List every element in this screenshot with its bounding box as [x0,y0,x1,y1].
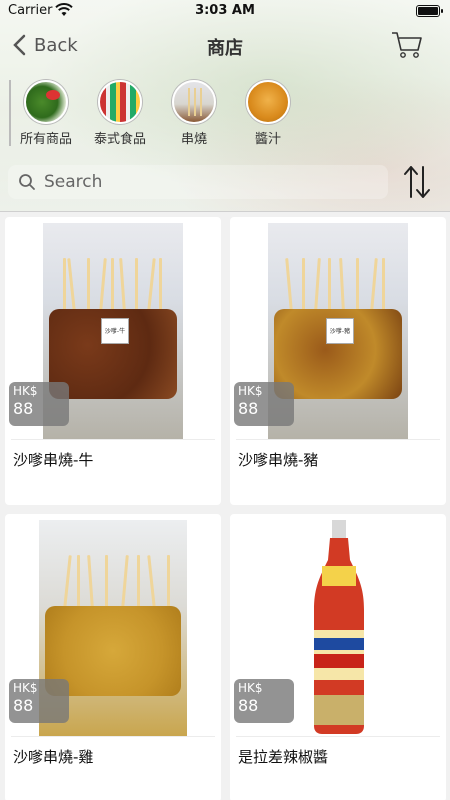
category-label: 所有商品 [19,132,72,147]
product-label-tag: 沙嗲-牛 [101,318,129,344]
product-name: 是拉差辣椒醬 [238,748,329,766]
category-thai-food-thumbnail [98,80,142,124]
category-thai-food[interactable]: 泰式食品 [88,80,152,150]
page-title: 商店 [207,38,243,59]
category-skewers[interactable]: 串燒 [162,80,226,150]
product-label-tag: 沙嗲-豬 [326,318,354,344]
card-divider [11,439,215,440]
category-label: 泰式食品 [93,132,146,147]
category-skewers-thumbnail [172,80,216,124]
search-input[interactable] [44,172,344,192]
price-amount: 88 [238,696,259,715]
product-grid: 沙嗲-牛 HK$ 88 沙嗲串燒-牛 沙嗲-豬 HK$ 88 沙嗲串燒-豬 HK… [0,212,450,800]
category-all[interactable]: 所有商品 [14,80,78,150]
category-sauce-thumbnail [246,80,290,124]
status-bar: Carrier 3:03 AM [0,0,450,22]
category-label: 醬汁 [254,132,281,147]
status-time: 3:03 AM [195,3,255,18]
category-label: 串燒 [180,132,207,147]
cart-icon[interactable] [390,30,424,60]
search-bar [8,165,438,199]
price-badge: HK$ 88 [234,679,294,723]
search-icon [19,174,35,190]
category-bar: 所有商品 泰式食品 串燒 醬汁 [14,80,300,150]
price-currency: HK$ [238,384,263,398]
search-box[interactable] [8,165,388,199]
category-sauce[interactable]: 醬汁 [236,80,300,150]
category-all-thumbnail [24,80,68,124]
price-currency: HK$ [13,384,38,398]
product-card[interactable]: 沙嗲-牛 HK$ 88 沙嗲串燒-牛 [5,217,221,505]
card-divider [11,736,215,737]
product-card[interactable]: HK$ 88 是拉差辣椒醬 [230,514,446,800]
price-amount: 88 [238,399,259,418]
card-divider [236,736,440,737]
product-name: 沙嗲串燒-豬 [238,451,319,469]
price-badge: HK$ 88 [9,382,69,426]
price-currency: HK$ [13,681,38,695]
price-currency: HK$ [238,681,263,695]
battery-icon [416,5,443,17]
price-amount: 88 [13,696,34,715]
category-divider [9,80,11,146]
product-name: 沙嗲串燒-雞 [13,748,94,766]
sort-icon[interactable] [402,163,432,201]
price-badge: HK$ 88 [234,382,294,426]
product-name: 沙嗲串燒-牛 [13,451,94,469]
card-divider [236,439,440,440]
product-card[interactable]: HK$ 88 沙嗲串燒-雞 [5,514,221,800]
price-amount: 88 [13,399,34,418]
product-card[interactable]: 沙嗲-豬 HK$ 88 沙嗲串燒-豬 [230,217,446,505]
product-image [308,520,370,736]
navigation-bar: Back 商店 [0,28,450,68]
price-badge: HK$ 88 [9,679,69,723]
